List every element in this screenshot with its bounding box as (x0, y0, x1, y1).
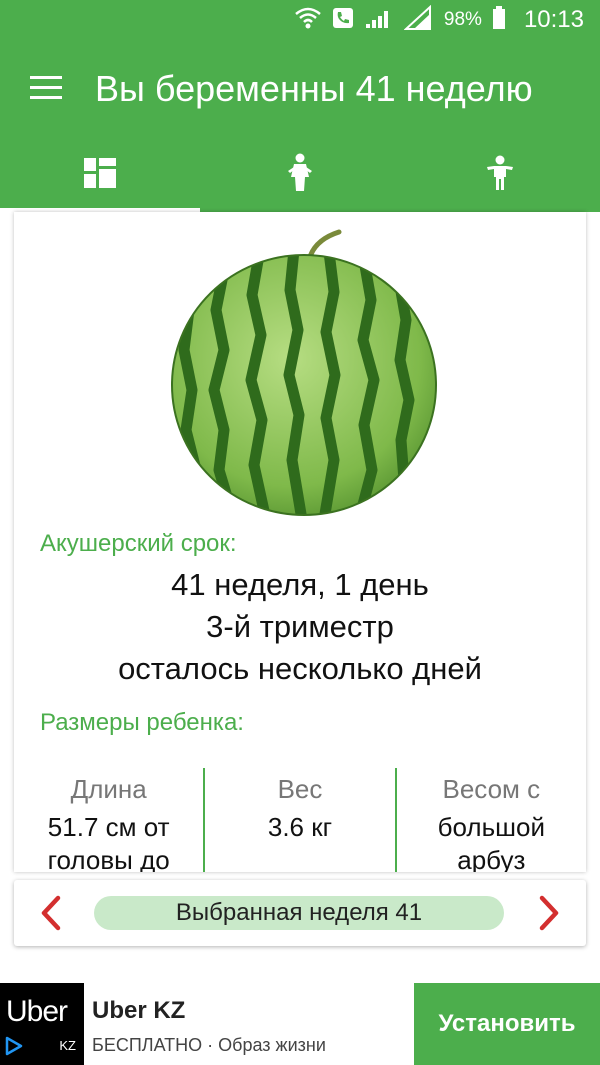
length-value-line-2: головы до (47, 845, 170, 872)
menu-button[interactable] (30, 76, 62, 100)
page-title: Вы беременны 41 неделю (95, 68, 533, 109)
term-weeks-days: 41 неделя, 1 день (171, 567, 429, 602)
size-weight: Вес 3.6 кг (203, 768, 394, 872)
ad-banner[interactable]: Uber KZ Uber KZ БЕСПЛАТНО · Образ жизни … (0, 983, 600, 1065)
battery-icon (492, 5, 506, 35)
trimester: 3-й триместр (206, 609, 394, 644)
tab-dashboard[interactable] (0, 138, 200, 212)
comparison-value: большой арбуз (397, 811, 586, 872)
tab-bar (0, 138, 600, 212)
clock: 10:13 (523, 6, 584, 33)
signal-2-icon (403, 4, 434, 36)
wifi-icon (294, 6, 322, 35)
ad-subtitle: БЕСПЛАТНО · Образ жизни (92, 1035, 326, 1055)
uber-logo-sub: KZ (59, 1038, 76, 1053)
size-comparison: Весом с большой арбуз (394, 768, 586, 872)
comparison-value-line-2: арбуз (457, 845, 526, 872)
length-header: Длина (70, 774, 147, 804)
watermelon-image (164, 220, 444, 520)
days-remaining: осталось несколько дней (118, 651, 482, 686)
uber-app-logo[interactable]: Uber KZ (0, 983, 84, 1065)
obstetric-term-label: Акушерский срок: (40, 530, 237, 557)
dashboard-icon (84, 157, 116, 193)
previous-week-button[interactable] (32, 893, 72, 933)
week-selector: Выбранная неделя 41 (14, 880, 586, 946)
week-info-card: Акушерский срок: 41 неделя, 1 день 3-й т… (14, 212, 586, 872)
size-length: Длина 51.7 см от головы до (14, 768, 203, 872)
app-bar: Вы беременны 41 неделю (0, 40, 600, 212)
ad-play-icon (4, 1036, 24, 1061)
chevron-right-icon (528, 895, 568, 937)
selected-week-label[interactable]: Выбранная неделя 41 (94, 896, 504, 930)
signal-icon (364, 6, 394, 35)
call-icon (332, 7, 354, 34)
weight-header: Вес (277, 774, 323, 804)
battery-percent: 98% (443, 9, 482, 30)
length-value: 51.7 см от головы до (14, 811, 203, 872)
weight-value: 3.6 кг (205, 811, 394, 844)
chevron-left-icon (32, 895, 72, 937)
ad-title[interactable]: Uber KZ (92, 997, 185, 1025)
install-button[interactable]: Установить (414, 983, 600, 1065)
comparison-header: Весом с (442, 774, 541, 804)
child-icon (485, 155, 515, 196)
status-bar: 98% 10:13 (0, 0, 600, 40)
tab-child[interactable] (400, 138, 600, 212)
tab-mother[interactable] (200, 138, 400, 212)
baby-size-table: Длина 51.7 см от головы до Вес 3.6 кг Ве… (14, 768, 586, 872)
baby-size-label: Размеры ребенка: (40, 709, 244, 736)
uber-logo-text: Uber (6, 995, 68, 1028)
next-week-button[interactable] (528, 893, 568, 933)
length-value-line-1: 51.7 см от (47, 812, 170, 842)
pregnant-woman-icon (285, 153, 315, 198)
comparison-value-line-1: большой (437, 812, 545, 842)
weight-value-line-1: 3.6 кг (267, 812, 333, 842)
status-icons: 98% 10:13 (294, 0, 584, 40)
